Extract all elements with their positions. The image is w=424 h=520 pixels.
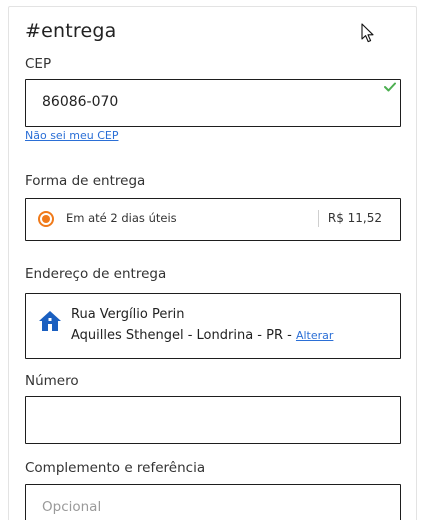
complement-field[interactable]	[25, 484, 401, 520]
home-icon	[39, 311, 61, 331]
complement-label: Complemento e referência	[25, 460, 206, 476]
shipping-option[interactable]: Em até 2 dias úteis R$ 11,52	[25, 198, 401, 241]
address-district: Aquilles Sthengel - Londrina - PR -	[71, 328, 296, 343]
section-title: #entrega	[25, 20, 117, 42]
change-address-link[interactable]: Alterar	[296, 329, 333, 342]
complement-input[interactable]	[42, 499, 382, 515]
check-icon	[384, 82, 396, 92]
number-label: Número	[25, 373, 79, 389]
address-box: Rua Vergílio Perin Aquilles Sthengel - L…	[25, 293, 401, 359]
address-label: Endereço de entrega	[25, 266, 167, 282]
address-district-line: Aquilles Sthengel - Londrina - PR - Alte…	[71, 328, 333, 343]
shipping-option-label: Em até 2 dias úteis	[66, 211, 177, 225]
unknown-cep-link[interactable]: Não sei meu CEP	[25, 129, 118, 142]
number-field[interactable]	[25, 396, 401, 444]
shipping-label: Forma de entrega	[25, 173, 146, 189]
cep-value: 86086-070	[42, 94, 119, 110]
shipping-radio[interactable]	[38, 211, 54, 227]
cep-label: CEP	[25, 56, 52, 72]
shipping-price: R$ 11,52	[327, 211, 382, 225]
divider	[318, 210, 319, 227]
number-input[interactable]	[42, 411, 382, 427]
mouse-cursor-icon	[361, 23, 374, 43]
address-street: Rua Vergílio Perin	[71, 307, 185, 322]
cep-field[interactable]: 86086-070	[25, 79, 401, 127]
